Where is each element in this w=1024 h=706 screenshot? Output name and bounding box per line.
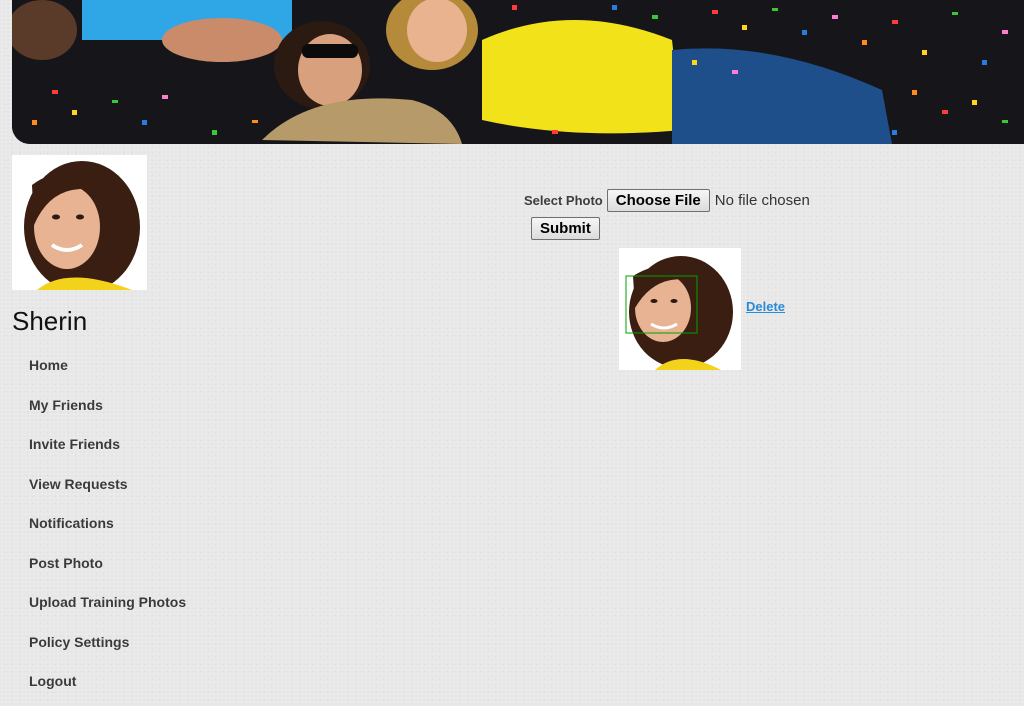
choose-file-button[interactable]: Choose File — [606, 188, 710, 212]
profile-photo — [12, 155, 147, 290]
nav-item-my-friends[interactable]: My Friends — [29, 395, 186, 435]
profile-name: Sherin — [12, 306, 88, 336]
submit-button[interactable]: Submit — [531, 217, 600, 240]
uploaded-photo-image — [619, 248, 741, 370]
nav-item-post-photo[interactable]: Post Photo — [29, 553, 186, 593]
uploaded-photo — [619, 248, 741, 370]
upload-form: Select Photo Choose File No file chosen — [524, 188, 810, 212]
file-status-text: No file chosen — [714, 191, 810, 209]
profile-avatar-image — [12, 155, 147, 290]
header-banner — [12, 0, 1024, 144]
banner-image — [12, 0, 1024, 144]
nav-item-upload-training-photos[interactable]: Upload Training Photos — [29, 592, 186, 632]
sidebar-nav: Home My Friends Invite Friends View Requ… — [29, 355, 186, 706]
nav-item-invite-friends[interactable]: Invite Friends — [29, 434, 186, 474]
nav-item-policy-settings[interactable]: Policy Settings — [29, 632, 186, 672]
select-photo-label: Select Photo — [524, 192, 603, 208]
nav-item-logout[interactable]: Logout — [29, 671, 186, 706]
nav-item-home[interactable]: Home — [29, 355, 186, 395]
nav-item-notifications[interactable]: Notifications — [29, 513, 186, 553]
nav-item-view-requests[interactable]: View Requests — [29, 474, 186, 514]
delete-photo-link[interactable]: Delete — [746, 299, 785, 314]
